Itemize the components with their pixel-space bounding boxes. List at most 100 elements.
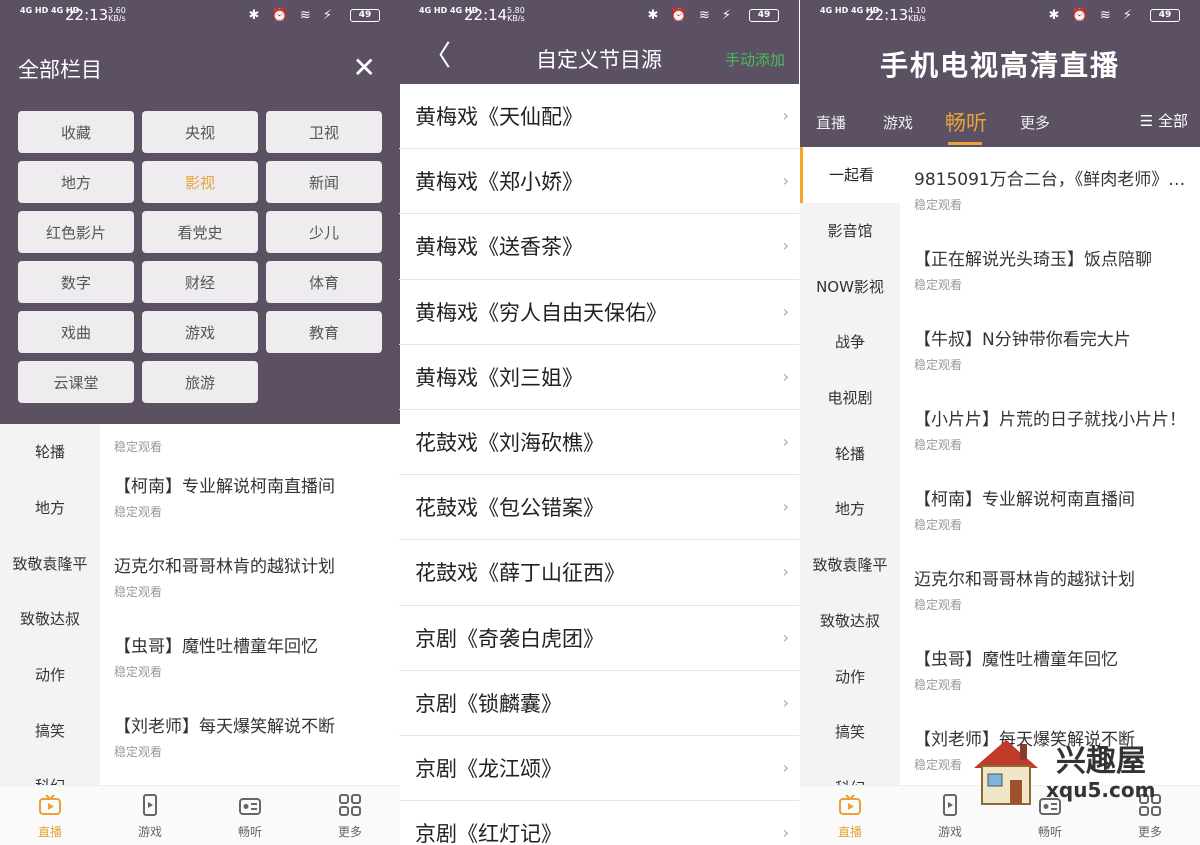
column-button[interactable]: 云课堂 (18, 361, 134, 403)
source-item[interactable]: 京剧《龙江颂》 › (399, 736, 799, 802)
sidebar-item[interactable]: 地方 (0, 480, 100, 536)
manual-add-button[interactable]: 手动添加 (725, 49, 785, 70)
source-item[interactable]: 京剧《锁麟囊》 › (399, 671, 799, 736)
chevron-right-icon: › (782, 757, 789, 777)
sidebar-item[interactable]: 地方 (800, 481, 900, 537)
live-tv-icon (837, 792, 863, 823)
list-item-sub: 稳定观看 (114, 440, 163, 454)
tab-label: 直播 (837, 824, 862, 839)
list-item-sub: 稳定观看 (914, 438, 963, 452)
list-item-title: 迈克尔和哥哥林肯的越狱计划 (914, 570, 1135, 590)
sidebar-item[interactable]: 战争 (800, 314, 900, 370)
panel-live-tv: 4G HD 4G HD 22:13 4.10 KB/s ✱ ⏰ ≋ ⚡ 49 手机… (800, 0, 1200, 845)
sidebar-item[interactable]: 电视剧 (800, 370, 900, 426)
list-item-sub: 稳定观看 (114, 665, 163, 679)
list-item[interactable]: 迈克尔和哥哥林肯的越狱计划 稳定观看 (100, 534, 400, 614)
list-item[interactable]: 【小片片】片荒的日子就找小片片！ 稳定观看 (900, 387, 1200, 467)
status-bar: 4G HD 4G HD 22:14 5.80 KB/s ✱ ⏰ ≋ ⚡ 49 (399, 0, 799, 32)
sidebar-item[interactable]: NOW影视 (800, 258, 900, 314)
sidebar-item[interactable]: 致敬袁隆平 (0, 535, 100, 591)
source-item-label: 京剧《锁麟囊》 (415, 691, 562, 716)
tab-game[interactable]: 游戏 (100, 786, 200, 845)
column-button[interactable]: 戏曲 (18, 311, 134, 353)
list-item-title: 【刘老师】每天爆笑解说不断 (114, 717, 335, 737)
list-item[interactable]: 9815091万合二台，《鲜肉老师》… 稳定观看 (900, 147, 1200, 227)
list-item[interactable]: 【柯南】专业解说柯南直播间 稳定观看 (100, 454, 400, 534)
watermark-logo: 兴趣屋 xqu5.com (966, 730, 1156, 810)
close-icon[interactable]: ✕ (353, 54, 376, 82)
sidebar-item[interactable]: 影音馆 (800, 203, 900, 259)
tab-label: 更多 (1137, 824, 1162, 839)
column-button[interactable]: 游戏 (142, 311, 258, 353)
chevron-right-icon: › (782, 562, 789, 582)
category-tab[interactable]: 畅听 (945, 107, 987, 137)
list-item-sub: 稳定观看 (914, 358, 963, 372)
sidebar-item[interactable]: 致敬达叔 (0, 591, 100, 647)
tab-label: 更多 (337, 824, 362, 839)
column-button[interactable]: 地方 (18, 161, 134, 203)
list-item[interactable]: 【柯南】专业解说柯南直播间 稳定观看 (900, 467, 1200, 547)
sidebar-item[interactable]: 搞笑 (0, 702, 100, 758)
all-columns-overlay: 全部栏目 ✕ 收藏 央视 卫视 地方 影视 新闻 红色影片 看党史 少儿 数字 财经 体育 戏曲 游戏 教育… (0, 32, 400, 424)
source-item[interactable]: 花鼓戏《薛丁山征西》 › (399, 540, 799, 606)
list-item-title: 【正在解说光头琦玉】饭点陪聊 (914, 250, 1152, 270)
list-item-title: 【虫哥】魔性吐槽童年回忆 (114, 637, 318, 657)
list-item[interactable]: 【牛叔】N分钟带你看完大片 稳定观看 (900, 307, 1200, 387)
tab-more-grid[interactable]: 更多 (300, 786, 400, 845)
category-tab[interactable]: 游戏 (883, 112, 913, 133)
source-item[interactable]: 黄梅戏《穷人自由天保佑》 › (399, 280, 799, 345)
column-button[interactable]: 新闻 (266, 161, 382, 203)
column-button[interactable]: 看党史 (142, 211, 258, 253)
column-button[interactable]: 教育 (266, 311, 382, 353)
sidebar-item[interactable]: 致敬达叔 (800, 593, 900, 649)
chevron-right-icon: › (782, 627, 789, 647)
tab-live-tv[interactable]: 直播 (0, 786, 100, 845)
column-button[interactable]: 数字 (18, 261, 134, 303)
sidebar-item[interactable]: 动作 (800, 648, 900, 704)
source-item[interactable]: 黄梅戏《郑小娇》 › (399, 149, 799, 215)
column-button[interactable]: 红色影片 (18, 211, 134, 253)
column-grid: 收藏 央视 卫视地方 影视 新闻红色影片 看党史 少儿数字 财经 体育戏曲 游戏 教育云课堂 旅游 (18, 111, 382, 403)
chevron-right-icon: › (782, 823, 789, 843)
category-tab[interactable]: 直播 (816, 112, 846, 133)
list-item-sub: 稳定观看 (114, 505, 163, 519)
column-button[interactable]: 收藏 (18, 111, 134, 153)
column-button[interactable]: 影视 (142, 161, 258, 203)
column-button[interactable]: 央视 (142, 111, 258, 153)
source-item[interactable]: 京剧《红灯记》 › (399, 801, 799, 845)
sidebar-item[interactable]: 科幻 (0, 758, 100, 785)
bottom-tab-bar: 直播 游戏 畅听 更多 (0, 785, 400, 845)
sidebar-item[interactable]: 轮播 (0, 424, 100, 480)
list-item[interactable]: 【虫哥】魔性吐槽童年回忆稳定观看 (100, 614, 400, 694)
list-item-title: 【小片片】片荒的日子就找小片片！ (914, 410, 1186, 430)
list-item[interactable]: 【正在解说光头琦玉】饭点陪聊 稳定观看 (900, 227, 1200, 307)
sidebar-item[interactable]: 科幻 (800, 760, 900, 785)
watermark-name: 兴趣屋 (1056, 744, 1146, 779)
list-item-title: 9815091万合二台，《鲜肉老师》… (914, 170, 1186, 190)
column-button[interactable]: 财经 (142, 261, 258, 303)
column-button[interactable]: 旅游 (142, 361, 258, 403)
battery-icon: 49 (1150, 9, 1180, 22)
sidebar-item[interactable]: 搞笑 (800, 704, 900, 760)
sidebar-item[interactable]: 动作 (0, 647, 100, 703)
source-item[interactable]: 花鼓戏《包公错案》 › (399, 475, 799, 541)
list-item[interactable]: 【虫哥】魔性吐槽童年回忆 稳定观看 (900, 627, 1200, 707)
category-tab[interactable]: 更多 (1020, 112, 1050, 133)
source-item[interactable]: 黄梅戏《天仙配》 › (399, 84, 799, 150)
column-button[interactable]: 少儿 (266, 211, 382, 253)
list-item[interactable]: 迈克尔和哥哥林肯的越狱计划 稳定观看 (900, 547, 1200, 627)
game-icon (937, 792, 963, 823)
source-item[interactable]: 京剧《奇袭白虎团》 › (399, 606, 799, 671)
tab-radio[interactable]: 畅听 (200, 786, 300, 845)
source-item[interactable]: 花鼓戏《刘海砍樵》 › (399, 410, 799, 476)
column-button[interactable]: 卫视 (266, 111, 382, 153)
source-item[interactable]: 黄梅戏《送香茶》 › (399, 214, 799, 280)
sidebar-item[interactable]: 致敬袁隆平 (800, 537, 900, 593)
sidebar-item[interactable]: 一起看 (800, 147, 900, 203)
column-button[interactable]: 体育 (266, 261, 382, 303)
tab-live-tv[interactable]: 直播 (800, 786, 900, 845)
list-item[interactable]: 【刘老师】每天爆笑解说不断 稳定观看 (100, 694, 400, 774)
all-categories-button[interactable]: ☰ 全部 (1135, 110, 1188, 131)
sidebar-item[interactable]: 轮播 (800, 425, 900, 481)
source-item[interactable]: 黄梅戏《刘三姐》 › (399, 345, 799, 410)
